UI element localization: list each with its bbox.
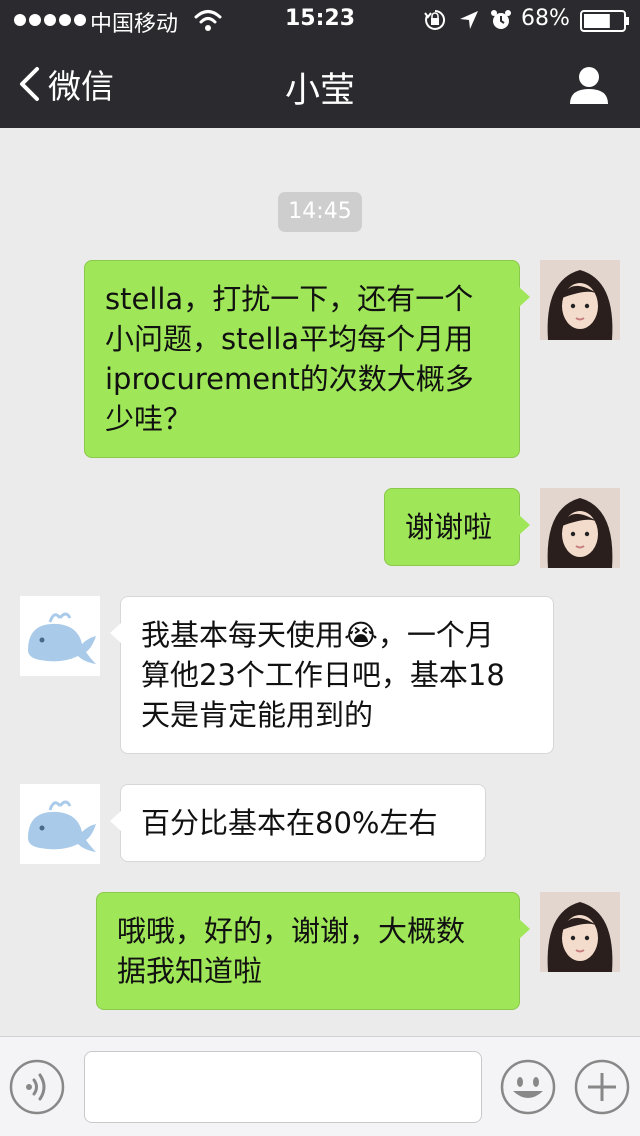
whale-avatar-icon [20,596,100,676]
message-bubble-outgoing[interactable]: 谢谢啦 [384,488,530,566]
whale-avatar-icon [20,784,100,864]
battery-percentage: 68% [521,6,570,31]
message-line: 算他23个工作日吧，基本18 [141,658,505,692]
message-bubble-incoming[interactable]: 百分比基本在80%左右 [110,784,486,862]
message-line: 少哇？ [105,402,193,436]
smiley-icon[interactable] [500,1059,556,1115]
plus-icon[interactable] [574,1059,630,1115]
person-icon[interactable] [568,64,610,106]
message-bubble-incoming[interactable]: 我基本每天使用😭，一个月 算他23个工作日吧，基本18 天是肯定能用到的 [110,596,554,754]
chat-area[interactable]: 14:45 stella，打扰一下，还有一个 小问题，stella平均每个月用 … [0,128,640,1036]
message-line: stella，打扰一下，还有一个 [105,282,474,316]
alarm-icon [491,10,511,29]
girl-avatar-icon [540,892,620,972]
input-bar [0,1036,640,1136]
contact-avatar[interactable] [20,784,100,864]
message-line: 天是肯定能用到的 [141,698,374,732]
timestamp-pill: 14:45 [278,192,362,232]
status-bar: 中国移动 15:23 68% [0,0,640,40]
girl-avatar-icon [540,488,620,568]
girl-avatar-icon [540,260,620,340]
location-arrow-icon [460,11,478,29]
message-line: 我基本每天使用😭，一个月 [141,618,494,652]
message-line: 小问题，stella平均每个月用 [105,322,474,356]
my-avatar[interactable] [540,892,620,972]
voice-icon[interactable] [9,1059,65,1115]
contact-avatar[interactable] [20,596,100,676]
message-input[interactable] [84,1051,482,1123]
chevron-left-icon [20,67,39,101]
nav-bar: 微信 小莹 [0,40,640,128]
message-line: 谢谢啦 [405,510,493,544]
battery-icon [580,10,629,32]
my-avatar[interactable] [540,488,620,568]
back-button[interactable]: 微信 [18,62,114,106]
message-line: 百分比基本在80%左右 [141,806,438,840]
message-line: 据我知道啦 [117,954,263,988]
message-line: iprocurement的次数大概多 [105,362,474,396]
my-avatar[interactable] [540,260,620,340]
back-label: 微信 [48,67,114,106]
message-bubble-outgoing[interactable]: 哦哦，好的，谢谢，大概数 据我知道啦 [96,892,530,1010]
header: 中国移动 15:23 68% 微信 小莹 [0,0,640,128]
message-line: 哦哦，好的，谢谢，大概数 [117,914,466,948]
message-bubble-outgoing[interactable]: stella，打扰一下，还有一个 小问题，stella平均每个月用 iprocu… [84,260,530,458]
rotation-lock-icon [424,9,446,30]
